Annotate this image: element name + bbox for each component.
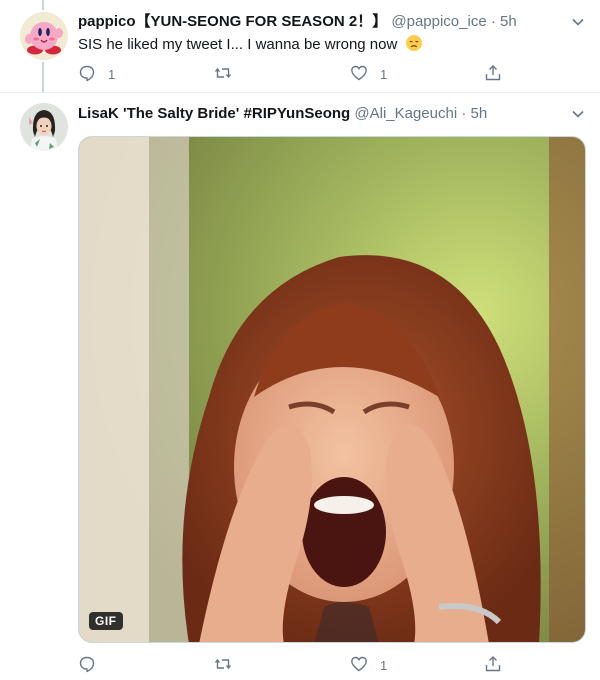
share-icon: [484, 64, 502, 85]
display-name[interactable]: LisaK 'The Salty Bride' #RIPYunSeong: [78, 105, 350, 122]
like-button[interactable]: 1: [350, 64, 387, 84]
chevron-down-icon[interactable]: [570, 14, 586, 30]
separator-dot: ·: [490, 13, 496, 30]
like-count: 1: [380, 657, 388, 673]
tweet-actions: 1: [78, 655, 518, 675]
gif-frame-image: [79, 137, 585, 642]
tweet-text: SIS he liked my tweet I... I wanna be wr…: [78, 34, 423, 58]
avatar-lisak[interactable]: [20, 103, 68, 151]
thread-line-bottom: [42, 62, 44, 92]
user-handle[interactable]: @Ali_Kageuchi: [354, 105, 457, 122]
heart-icon: [350, 655, 368, 676]
retweet-button[interactable]: [214, 64, 244, 84]
retweet-button[interactable]: [214, 655, 244, 675]
tweet-1[interactable]: pappico【YUN-SEONG FOR SEASON 2！】 @pappic…: [0, 0, 600, 92]
reply-button[interactable]: 1: [78, 64, 115, 84]
retweet-icon: [214, 64, 232, 85]
disappointed-face-icon: [405, 34, 423, 58]
gif-badge: GIF: [89, 612, 123, 630]
gif-media[interactable]: GIF: [78, 136, 586, 643]
like-count: 1: [380, 66, 388, 82]
reply-icon: [78, 655, 96, 676]
timestamp[interactable]: 5h: [500, 13, 517, 30]
retweet-icon: [214, 655, 232, 676]
tweet-2[interactable]: LisaK 'The Salty Bride' #RIPYunSeong @Al…: [0, 92, 600, 680]
share-button[interactable]: [484, 64, 502, 84]
avatar-kirby[interactable]: [20, 12, 68, 60]
tweet-actions: 1 1: [78, 64, 518, 84]
separator-dot: ·: [461, 105, 467, 122]
like-button[interactable]: 1: [350, 655, 387, 675]
user-handle[interactable]: @pappico_ice: [391, 13, 486, 30]
reply-icon: [78, 64, 96, 85]
reply-button[interactable]: [78, 655, 108, 675]
reply-count: 1: [108, 66, 116, 82]
chevron-down-icon[interactable]: [570, 106, 586, 122]
share-icon: [484, 655, 502, 676]
tweet-text-content: SIS he liked my tweet I... I wanna be wr…: [78, 36, 398, 53]
display-name[interactable]: pappico【YUN-SEONG FOR SEASON 2！】: [78, 13, 387, 30]
tweet-header: LisaK 'The Salty Bride' #RIPYunSeong @Al…: [78, 104, 550, 124]
heart-icon: [350, 64, 368, 85]
tweet-header: pappico【YUN-SEONG FOR SEASON 2！】 @pappic…: [78, 12, 550, 32]
timestamp[interactable]: 5h: [471, 105, 488, 122]
share-button[interactable]: [484, 655, 502, 675]
thread-line-top: [42, 0, 44, 10]
